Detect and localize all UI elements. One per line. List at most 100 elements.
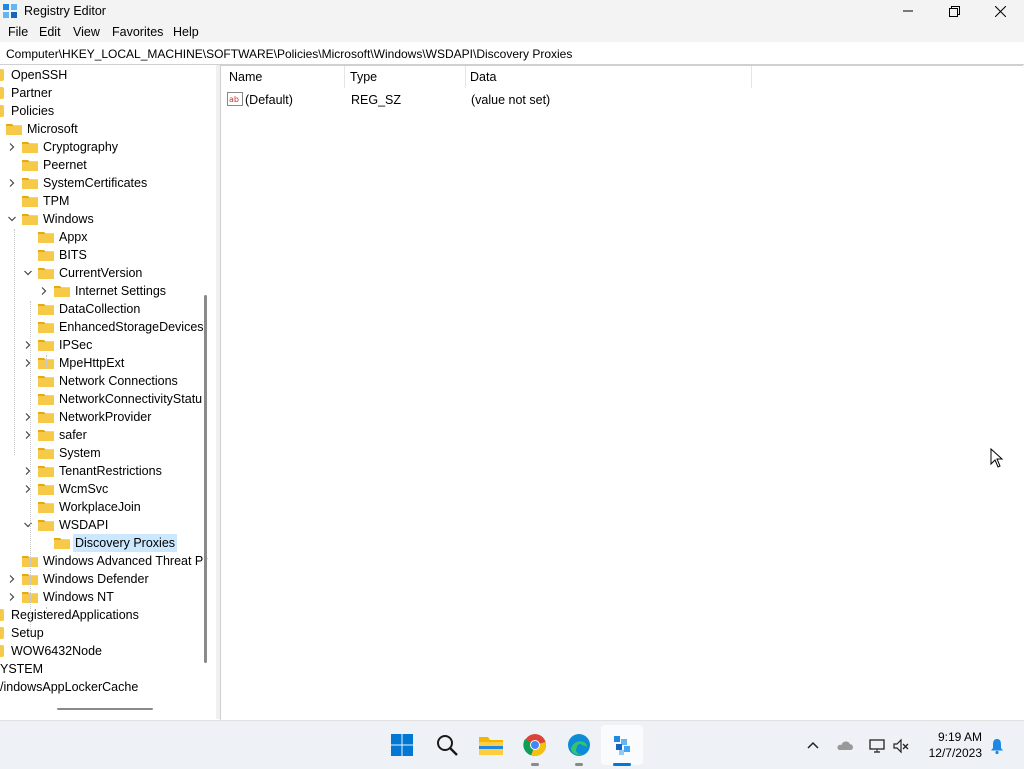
tree-node[interactable]: Peernet bbox=[0, 156, 216, 174]
file-explorer-button[interactable] bbox=[477, 731, 505, 759]
tree-node[interactable]: Windows NT bbox=[0, 588, 216, 606]
tree-node[interactable]: Policies bbox=[0, 102, 216, 120]
folder-icon bbox=[0, 105, 4, 117]
menu-edit[interactable]: Edit bbox=[39, 25, 61, 39]
column-header-data[interactable]: Data bbox=[470, 70, 496, 84]
folder-icon bbox=[38, 394, 54, 405]
chevron-down-icon[interactable] bbox=[8, 215, 16, 223]
menu-file[interactable]: File bbox=[8, 25, 28, 39]
close-button[interactable] bbox=[977, 0, 1023, 22]
tree-node-label: Network Connections bbox=[59, 374, 178, 388]
values-list[interactable]: Name Type Data ab (Default) REG_SZ (valu… bbox=[220, 65, 1023, 720]
tree-node[interactable]: OpenSSH bbox=[0, 66, 216, 84]
tree-node[interactable]: Windows Defender bbox=[0, 570, 216, 588]
system-clock[interactable]: 9:19 AM 12/7/2023 bbox=[918, 729, 982, 761]
chevron-right-icon[interactable] bbox=[40, 287, 48, 295]
key-tree[interactable]: OpenSSH Partner Policies Microsoft Cryptogra… bbox=[0, 65, 217, 719]
tree-node-label: NetworkProvider bbox=[59, 410, 152, 424]
tree-node[interactable]: Discovery Proxies bbox=[0, 534, 216, 552]
network-icon[interactable] bbox=[868, 737, 886, 755]
tree-node[interactable]: CurrentVersion bbox=[0, 264, 216, 282]
registry-editor-taskbar-button[interactable] bbox=[609, 731, 637, 759]
onedrive-icon[interactable] bbox=[836, 737, 854, 755]
tree-node[interactable]: Partner bbox=[0, 84, 216, 102]
folder-icon bbox=[0, 627, 4, 639]
tree-node-label: Cryptography bbox=[43, 140, 119, 154]
minimize-button[interactable] bbox=[885, 0, 931, 22]
tree-node-label: Peernet bbox=[43, 158, 87, 172]
start-button[interactable] bbox=[388, 731, 416, 759]
chrome-button[interactable] bbox=[521, 731, 549, 759]
address-path[interactable]: Computer\HKEY_LOCAL_MACHINE\SOFTWARE\Pol… bbox=[6, 47, 572, 61]
tree-node[interactable]: SystemCertificates bbox=[0, 174, 216, 192]
tree-node[interactable]: /indowsAppLockerCache bbox=[0, 678, 216, 696]
folder-icon bbox=[0, 87, 4, 99]
tree-node[interactable]: NetworkConnectivityStatu bbox=[0, 390, 216, 408]
column-divider[interactable] bbox=[751, 66, 752, 88]
clock-time: 9:19 AM bbox=[937, 730, 982, 744]
tree-node[interactable]: Cryptography bbox=[0, 138, 216, 156]
tree-node[interactable]: Appx bbox=[0, 228, 216, 246]
chevron-right-icon[interactable] bbox=[8, 143, 16, 151]
notification-bell-icon[interactable] bbox=[988, 737, 1006, 755]
tree-node[interactable]: WorkplaceJoin bbox=[0, 498, 216, 516]
tree-node[interactable]: DataCollection bbox=[0, 300, 216, 318]
tree-node[interactable]: TPM bbox=[0, 192, 216, 210]
tree-vertical-scrollbar[interactable] bbox=[204, 295, 207, 663]
tree-node[interactable]: Windows Advanced Threat Pr bbox=[0, 552, 216, 570]
tree-node[interactable]: WSDAPI bbox=[0, 516, 216, 534]
tree-node[interactable]: EnhancedStorageDevices bbox=[0, 318, 216, 336]
tree-node[interactable]: MpeHttpExt bbox=[0, 354, 216, 372]
tree-node[interactable]: Windows bbox=[0, 210, 216, 228]
tree-node[interactable]: TenantRestrictions bbox=[0, 462, 216, 480]
tree-node[interactable]: Network Connections bbox=[0, 372, 216, 390]
address-bar[interactable]: Computer\HKEY_LOCAL_MACHINE\SOFTWARE\Pol… bbox=[0, 42, 1024, 65]
tree-node[interactable]: Internet Settings bbox=[0, 282, 216, 300]
tree-node-label: RegisteredApplications bbox=[11, 608, 139, 622]
tree-node-label: safer bbox=[59, 428, 87, 442]
value-name-cell[interactable]: (Default) bbox=[245, 93, 293, 107]
tree-horizontal-scrollbar[interactable] bbox=[57, 708, 153, 710]
tree-node-label: Internet Settings bbox=[75, 284, 167, 298]
folder-icon bbox=[38, 232, 54, 243]
menu-help[interactable]: Help bbox=[173, 25, 199, 39]
search-icon bbox=[437, 735, 458, 756]
folder-icon bbox=[38, 466, 54, 477]
value-data-cell: (value not set) bbox=[471, 93, 551, 107]
chevron-right-icon[interactable] bbox=[8, 575, 16, 583]
restore-button[interactable] bbox=[931, 0, 977, 22]
tree-node[interactable]: WcmSvc bbox=[0, 480, 216, 498]
tree-node[interactable]: System bbox=[0, 444, 216, 462]
volume-muted-icon[interactable] bbox=[892, 737, 910, 755]
folder-open-icon bbox=[54, 538, 70, 549]
tree-node[interactable]: IPSec bbox=[0, 336, 216, 354]
tree-node[interactable]: BITS bbox=[0, 246, 216, 264]
chevron-up-icon[interactable] bbox=[804, 737, 822, 755]
tree-guide-line bbox=[30, 301, 31, 635]
tree-node[interactable]: YSTEM bbox=[0, 660, 216, 678]
search-button[interactable] bbox=[433, 731, 461, 759]
tree-node[interactable]: WOW6432Node bbox=[0, 642, 216, 660]
tree-node[interactable]: Setup bbox=[0, 624, 216, 642]
string-value-icon: ab bbox=[227, 92, 243, 106]
menu-favorites[interactable]: Favorites bbox=[112, 25, 163, 39]
chevron-right-icon[interactable] bbox=[8, 593, 16, 601]
column-divider[interactable] bbox=[465, 66, 466, 88]
tree-node[interactable]: Microsoft bbox=[0, 120, 216, 138]
tree-node[interactable]: NetworkProvider bbox=[0, 408, 216, 426]
tree-node-label: Microsoft bbox=[27, 122, 78, 136]
tree-node[interactable]: safer bbox=[0, 426, 216, 444]
chevron-down-icon[interactable] bbox=[24, 269, 32, 277]
edge-button[interactable] bbox=[565, 731, 593, 759]
column-header-name[interactable]: Name bbox=[229, 70, 262, 84]
column-header-type[interactable]: Type bbox=[350, 70, 377, 84]
folder-open-icon bbox=[22, 214, 38, 225]
folder-icon bbox=[38, 502, 54, 513]
chrome-running-indicator bbox=[531, 763, 539, 766]
column-divider[interactable] bbox=[344, 66, 345, 88]
tree-node[interactable]: RegisteredApplications bbox=[0, 606, 216, 624]
menu-view[interactable]: View bbox=[73, 25, 100, 39]
minimize-icon bbox=[903, 10, 913, 12]
windows-start-icon bbox=[391, 734, 413, 756]
chevron-right-icon[interactable] bbox=[8, 179, 16, 187]
